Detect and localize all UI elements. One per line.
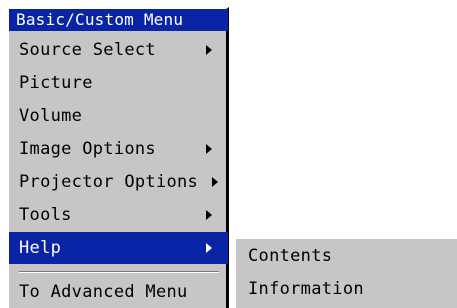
- menu-item-picture[interactable]: Picture: [9, 67, 228, 99]
- menu-item-label: Projector Options: [19, 172, 199, 192]
- menu-item-label: Source Select: [19, 40, 156, 60]
- submenu-arrow-icon: [206, 243, 212, 253]
- menu-title: Basic/Custom Menu: [9, 9, 228, 31]
- menu-item-label: Picture: [19, 73, 93, 93]
- submenu-item-contents[interactable]: Contents: [236, 240, 457, 272]
- menu-item-label: To Advanced Menu: [19, 282, 188, 302]
- menu-item-label: Image Options: [19, 139, 156, 159]
- submenu-arrow-icon: [212, 177, 218, 187]
- menu-item-label: Help: [19, 238, 62, 258]
- help-submenu: Contents Information: [234, 237, 457, 308]
- menu-item-source-select[interactable]: Source Select: [9, 34, 228, 66]
- menu-item-label: Volume: [19, 106, 83, 126]
- submenu-item-information[interactable]: Information: [236, 273, 457, 305]
- submenu-item-label: Information: [248, 279, 364, 299]
- menu-item-projector-options[interactable]: Projector Options: [9, 166, 228, 198]
- submenu-item-label: Contents: [248, 246, 333, 266]
- main-menu: Basic/Custom Menu Source Select Picture …: [7, 7, 229, 308]
- submenu-arrow-icon: [206, 45, 212, 55]
- menu-item-tools[interactable]: Tools: [9, 199, 228, 231]
- submenu-arrow-icon: [206, 210, 212, 220]
- menu-item-image-options[interactable]: Image Options: [9, 133, 228, 165]
- menu-item-to-advanced-menu[interactable]: To Advanced Menu: [9, 276, 228, 308]
- menu-item-help[interactable]: Help: [9, 232, 228, 264]
- menu-item-volume[interactable]: Volume: [9, 100, 228, 132]
- submenu-arrow-icon: [206, 144, 212, 154]
- menu-separator: [19, 271, 219, 273]
- menu-item-label: Tools: [19, 205, 72, 225]
